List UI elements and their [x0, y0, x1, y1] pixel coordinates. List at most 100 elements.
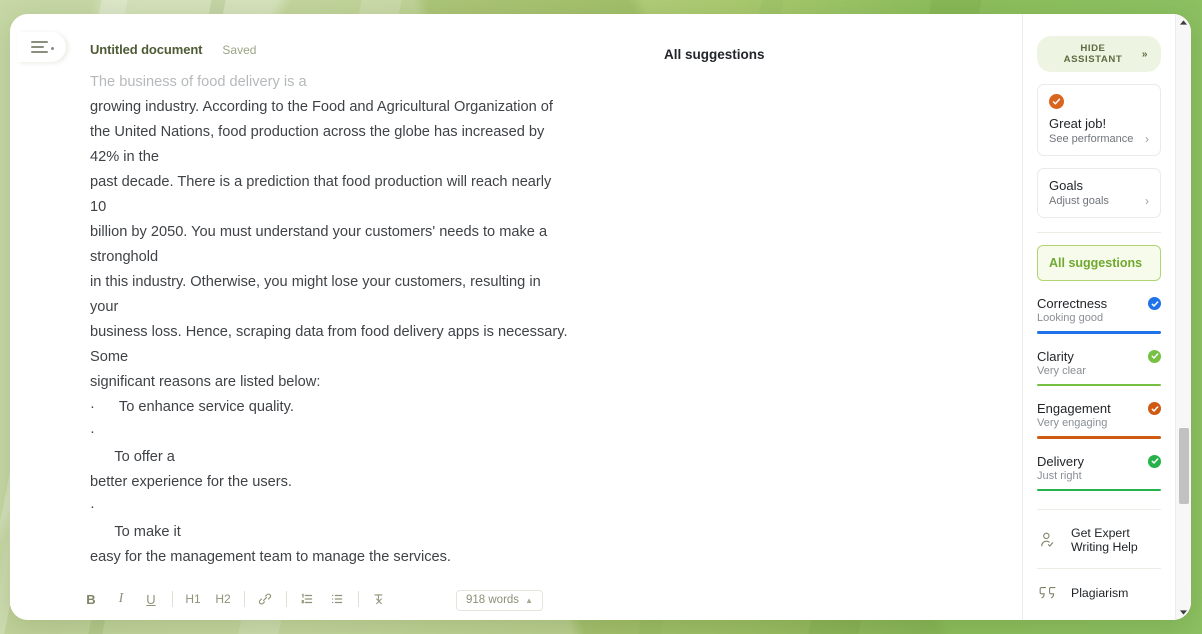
metric-status: Just right: [1037, 469, 1082, 482]
metric-header: Engagement: [1037, 401, 1161, 416]
italic-button[interactable]: I: [110, 588, 132, 610]
section-divider: [1037, 232, 1161, 233]
link-label-line1: Get Expert: [1071, 526, 1130, 540]
document-line: stronghold: [90, 249, 159, 265]
document-line: The business of food delivery is a: [90, 74, 307, 90]
link-plagiarism[interactable]: Plagiarism: [1037, 585, 1161, 601]
metric-bar: [1037, 383, 1161, 386]
metric-correctness[interactable]: Correctness Looking good: [1037, 296, 1161, 334]
section-divider: [1037, 509, 1161, 510]
quote-icon: [1037, 585, 1059, 601]
card-great-job[interactable]: Great job! See performance ›: [1037, 84, 1161, 156]
card-title: Goals: [1049, 178, 1083, 193]
document-line: To make it: [90, 524, 181, 540]
chevron-right-icon: ›: [1145, 132, 1149, 146]
document-line: the United Nations, food production acro…: [90, 124, 545, 140]
heading2-button[interactable]: H2: [212, 588, 234, 610]
metric-status: Very clear: [1037, 364, 1086, 377]
hide-assistant-label: HIDE ASSISTANT: [1063, 43, 1123, 65]
card-subtitle: See performance: [1049, 133, 1134, 145]
document-line: your: [90, 299, 119, 315]
app-window: Untitled document Saved All suggestions …: [10, 14, 1191, 620]
document-line: To offer a: [90, 449, 175, 465]
document-line: Some: [90, 349, 129, 365]
hide-assistant-button[interactable]: HIDE ASSISTANT »: [1037, 36, 1161, 72]
scroll-down-arrow-icon[interactable]: [1176, 604, 1191, 620]
metric-name: Correctness: [1037, 296, 1108, 311]
metric-check-icon: [1148, 297, 1161, 310]
link-icon[interactable]: [254, 588, 276, 610]
bullet-list-icon[interactable]: [326, 588, 348, 610]
card-subtitle: Adjust goals: [1049, 195, 1109, 207]
metric-status: Very engaging: [1037, 417, 1108, 429]
toolbar-divider: [244, 591, 245, 607]
scrollbar-thumb[interactable]: [1179, 428, 1189, 504]
document-line: billion by 2050. You must understand you…: [90, 224, 548, 240]
card-goals[interactable]: Goals Adjust goals ›: [1037, 168, 1161, 218]
metric-header: Clarity: [1037, 349, 1161, 364]
metrics-list: Correctness Looking good Clarity Very clear…: [1037, 296, 1161, 491]
document-line: ·: [90, 499, 95, 515]
link-label: Plagiarism: [1071, 586, 1128, 600]
metric-delivery[interactable]: Delivery Just right: [1037, 454, 1161, 491]
assistant-panel: HIDE ASSISTANT » Great job! See performa…: [1022, 14, 1191, 620]
word-count-button[interactable]: 918 words ▲: [456, 590, 543, 611]
expert-writer-icon: [1037, 530, 1059, 550]
metric-bar: [1037, 488, 1161, 491]
card-sub-row: Adjust goals ›: [1049, 195, 1149, 207]
document-line: easy for the management team to manage t…: [90, 549, 451, 565]
toolbar-divider: [286, 591, 287, 607]
chevron-right-double-icon: »: [1141, 48, 1148, 60]
link-get-expert-writing-help[interactable]: Get Expert Writing Help: [1037, 526, 1161, 554]
metric-clarity[interactable]: Clarity Very clear: [1037, 349, 1161, 386]
metric-bar: [1037, 436, 1161, 439]
menu-button[interactable]: [18, 32, 66, 62]
card-title: Great job!: [1049, 116, 1107, 131]
document-title[interactable]: Untitled document: [90, 42, 203, 57]
metric-check-icon: [1148, 454, 1161, 468]
page-heading: All suggestions: [664, 47, 765, 62]
scroll-up-arrow-icon[interactable]: [1176, 14, 1191, 30]
chevron-right-icon: ›: [1145, 194, 1149, 208]
document-line: business loss. Hence, scraping data from…: [90, 324, 568, 340]
all-suggestions-button[interactable]: All suggestions: [1037, 245, 1161, 281]
editor-pane: Untitled document Saved All suggestions …: [10, 14, 1022, 620]
toolbar-divider: [172, 591, 173, 607]
document-line: growing industry. According to the Food …: [90, 99, 553, 115]
metric-check-icon: [1148, 349, 1161, 363]
metric-name: Delivery: [1037, 453, 1084, 469]
toolbar-text-styles: B I U: [80, 588, 170, 610]
metric-engagement[interactable]: Engagement Very engaging: [1037, 401, 1161, 439]
save-status: Saved: [222, 43, 257, 57]
heading1-button[interactable]: H1: [182, 588, 204, 610]
word-count-label: 918 words: [466, 594, 520, 606]
document-text-area[interactable]: The business of food delivery is a growin…: [90, 70, 630, 570]
assistant-scrollbar[interactable]: [1175, 14, 1191, 620]
card-sub-row: See performance ›: [1049, 133, 1149, 145]
underline-button[interactable]: U: [140, 588, 162, 610]
bold-button[interactable]: B: [80, 588, 102, 610]
document-line: · To enhance service quality.: [90, 399, 294, 415]
toolbar-headings: H1 H2: [182, 588, 242, 610]
document-line: 10: [90, 199, 107, 215]
document-line: significant reasons are listed below:: [90, 374, 321, 390]
document-line: ·: [90, 424, 95, 440]
metric-name: Clarity: [1037, 348, 1074, 364]
document-line: better experience for the users.: [90, 474, 292, 490]
link-label: Get Expert Writing Help: [1071, 526, 1138, 554]
document-line: past decade. There is a prediction that …: [90, 174, 552, 190]
clear-format-icon[interactable]: [368, 588, 390, 610]
document-line: in this industry. Otherwise, you might l…: [90, 274, 541, 290]
metric-name: Engagement: [1037, 401, 1111, 416]
metric-header: Correctness: [1037, 296, 1161, 311]
link-label-line2: Writing Help: [1071, 540, 1138, 554]
metric-header: Delivery: [1037, 454, 1161, 469]
check-badge-icon: [1049, 94, 1064, 109]
document-header: Untitled document Saved: [90, 42, 256, 57]
ordered-list-icon[interactable]: [296, 588, 318, 610]
toolbar-divider: [358, 591, 359, 607]
hamburger-icon: [30, 41, 48, 53]
metric-status: Looking good: [1037, 312, 1104, 324]
assistant-scroll-content: HIDE ASSISTANT » Great job! See performa…: [1023, 14, 1175, 620]
document-line: 42% in the: [90, 149, 159, 165]
